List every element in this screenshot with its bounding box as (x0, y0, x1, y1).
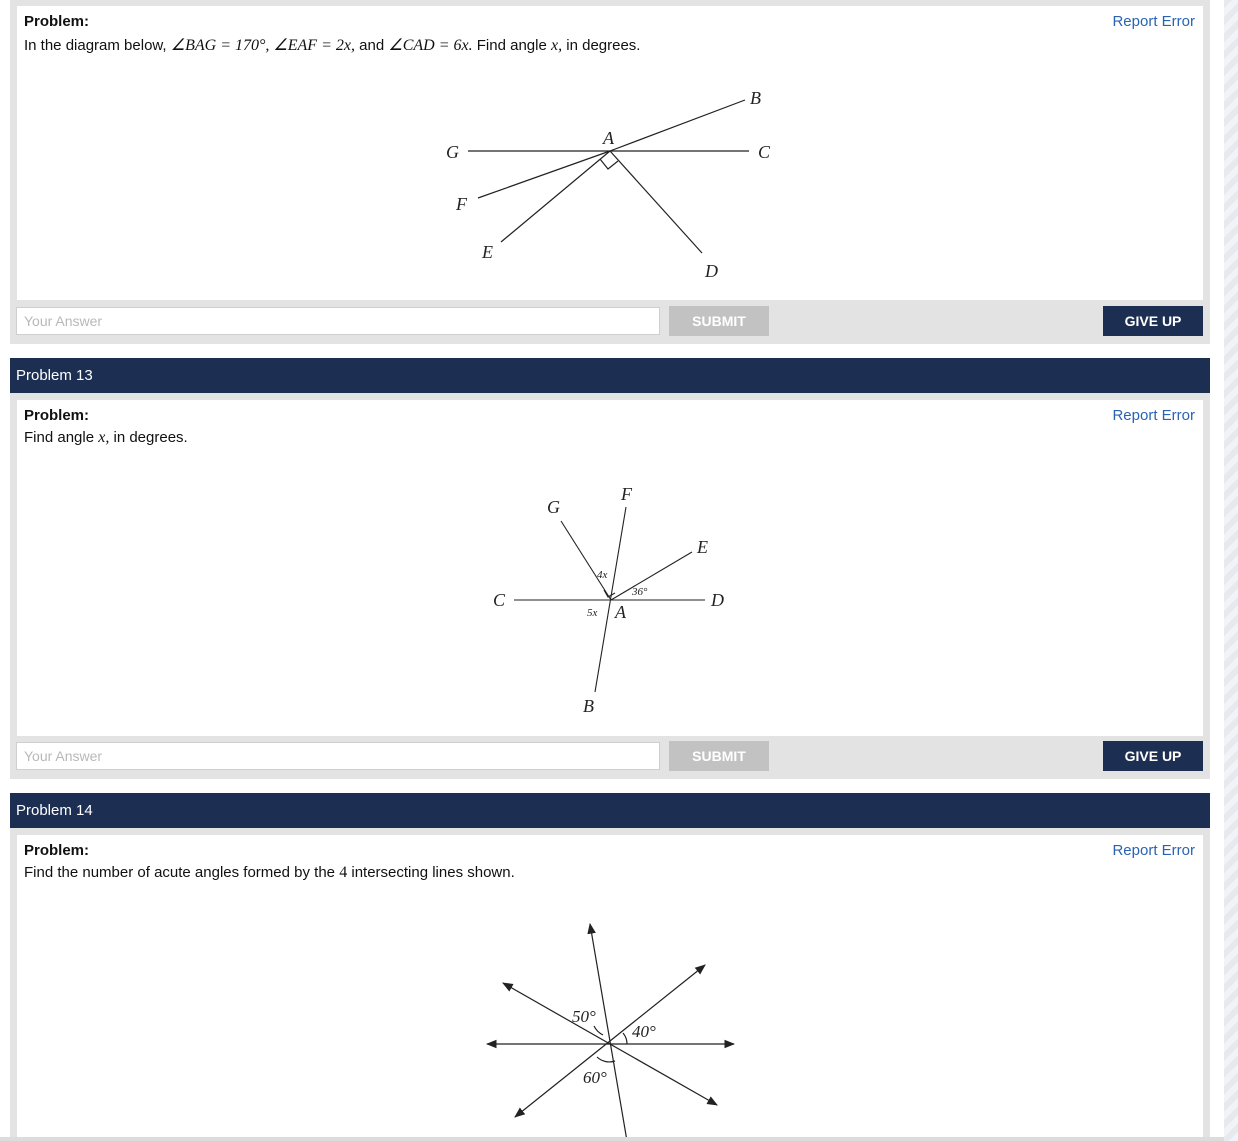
problem-12-frame: Problem: Report Error In the diagram bel… (10, 0, 1210, 344)
angle-label-40: 40° (632, 1022, 656, 1041)
ray-ae (500, 150, 611, 243)
label-d: D (704, 261, 718, 281)
label-b: B (750, 88, 761, 108)
label-e: E (696, 537, 708, 557)
angle-label-60: 60° (583, 1068, 607, 1087)
label-c: C (758, 142, 771, 162)
page-scroll-rail (1224, 0, 1238, 1141)
bottom-edge (0, 1137, 1224, 1141)
label-g: G (446, 142, 459, 162)
geometry-diagram: 50° 40° 60° (485, 922, 736, 1141)
label-a: A (614, 602, 627, 622)
problem-13-header: Problem 13 (10, 358, 1210, 393)
give-up-button[interactable]: GIVE UP (1103, 306, 1203, 336)
problem-14-frame: Problem: Report Error Find the number of… (10, 828, 1210, 1141)
angle-label-50: 50° (572, 1007, 596, 1026)
problem-14-card: Problem: Report Error Find the number of… (17, 835, 1203, 1141)
ray-ag (560, 520, 612, 601)
arc-50 (593, 1025, 604, 1036)
problem-title: Problem 14 (16, 802, 93, 819)
problem-13-frame: Problem: Report Error Find angle x, in d… (10, 393, 1210, 779)
ray-ab (609, 99, 746, 152)
label-f: F (455, 194, 468, 214)
arc-40 (622, 1032, 628, 1045)
angle-label-5x: 5x (587, 607, 598, 619)
problem-12-card: Problem: Report Error In the diagram bel… (17, 6, 1203, 300)
label-a: A (602, 128, 615, 148)
label-c: C (493, 590, 506, 610)
angle-label-4x: 4x (597, 569, 608, 581)
label-f: F (620, 484, 633, 504)
ray-af (477, 150, 611, 199)
ray-ad (609, 150, 703, 254)
give-up-button[interactable]: GIVE UP (1103, 741, 1203, 771)
angle-label-36: 36° (631, 586, 648, 598)
label-b: B (583, 696, 594, 716)
label-d: D (710, 590, 724, 610)
label-g: G (547, 497, 560, 517)
problem-title: Problem 13 (16, 367, 93, 384)
submit-button[interactable]: SUBMIT (669, 306, 769, 336)
line-rising (514, 964, 706, 1118)
problem-13-card: Problem: Report Error Find angle x, in d… (17, 400, 1203, 736)
label-e: E (481, 242, 493, 262)
geometry-diagram: A B C D E F G (446, 88, 771, 281)
ray-ae (610, 551, 693, 601)
right-angle-marker (599, 158, 619, 170)
answer-input[interactable] (16, 307, 660, 335)
problem-14-header: Problem 14 (10, 793, 1210, 828)
answer-input[interactable] (16, 742, 660, 770)
geometry-diagram: A B C D E F G 4x 5x 36° (493, 484, 724, 716)
submit-button[interactable]: SUBMIT (669, 741, 769, 771)
